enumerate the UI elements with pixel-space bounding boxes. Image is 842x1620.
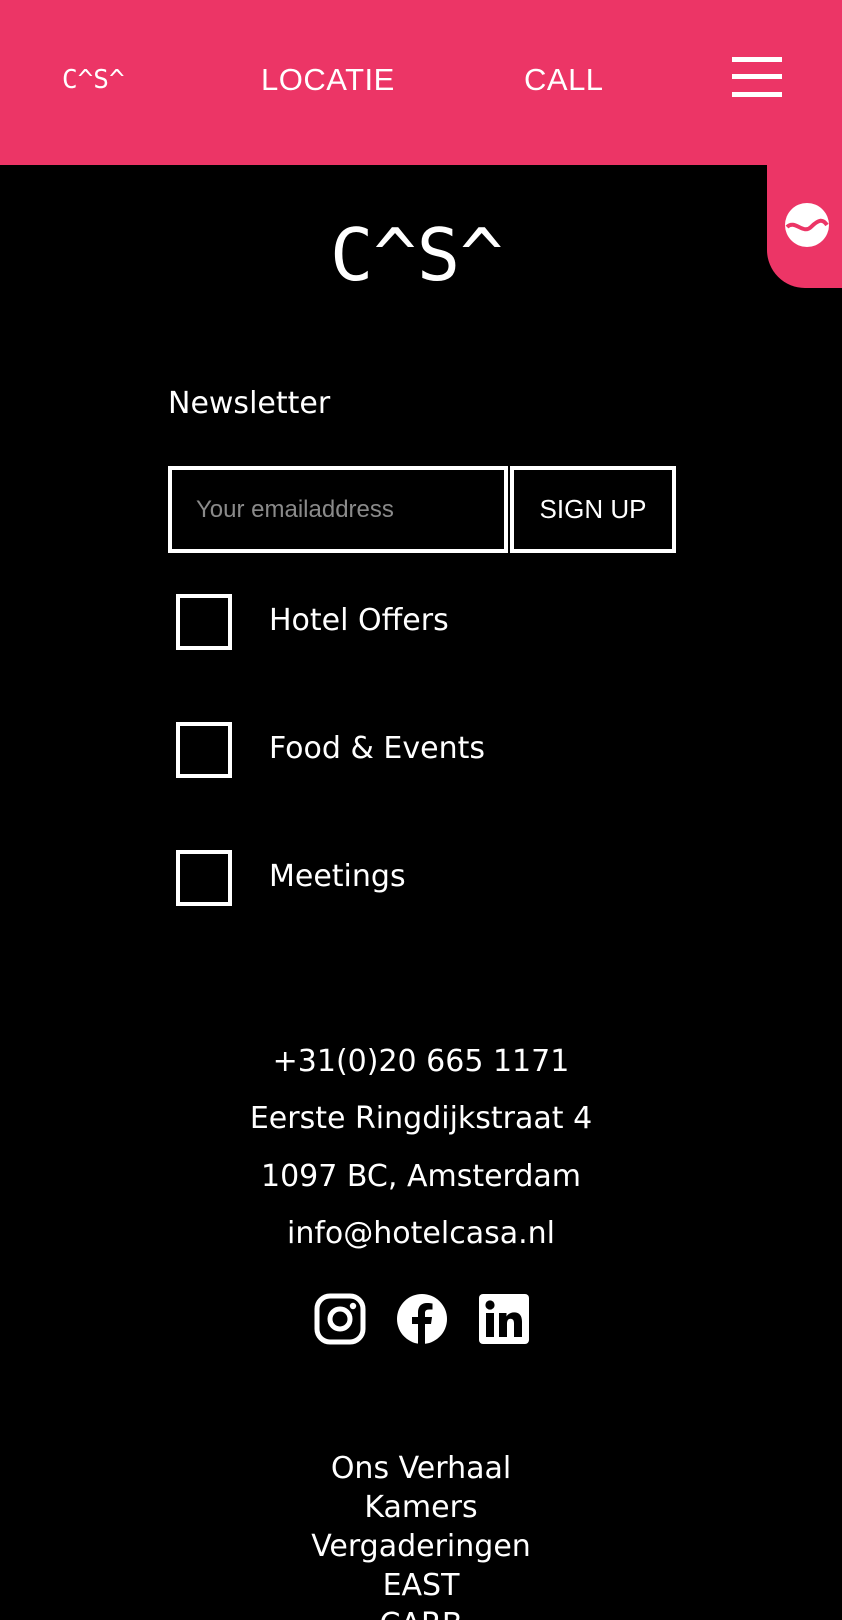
food-events-label[interactable]: Food & Events [269, 731, 485, 766]
contact-street: Eerste Ringdijkstraat 4 [249, 1101, 593, 1136]
casa-logo-small[interactable]: C^S^ [62, 60, 136, 102]
hotel-offers-checkbox[interactable] [176, 594, 232, 650]
contact-email[interactable]: info@hotelcasa.nl [0, 1214, 842, 1254]
hamburger-icon[interactable] [732, 57, 782, 97]
footer-link-ons-verhaal[interactable]: Ons Verhaal [0, 1449, 842, 1488]
food-events-checkbox[interactable] [176, 722, 232, 778]
contact-phone[interactable]: +31(0)20 665 1171 [0, 1042, 842, 1082]
hotel-offers-label[interactable]: Hotel Offers [269, 603, 449, 638]
contact-city: 1097 BC, Amsterdam [260, 1159, 581, 1194]
casa-logo: C^S^ [330, 218, 503, 294]
facebook-icon[interactable] [396, 1293, 448, 1345]
svg-text:C^S^: C^S^ [330, 218, 503, 294]
nav-call-link[interactable]: CALL [524, 62, 604, 98]
newsletter-title: Newsletter [168, 386, 331, 421]
email-input[interactable] [168, 466, 508, 553]
sign-up-button[interactable]: SIGN UP [510, 466, 676, 553]
meetings-label[interactable]: Meetings [269, 859, 406, 894]
footer-link-east[interactable]: EAST [0, 1566, 842, 1605]
language-toggle-tab[interactable] [767, 165, 842, 288]
instagram-icon[interactable] [314, 1293, 366, 1345]
linkedin-icon[interactable] [478, 1293, 530, 1345]
footer-link-vergaderingen[interactable]: Vergaderingen [0, 1527, 842, 1566]
nav-locatie-link[interactable]: LOCATIE [261, 62, 395, 98]
top-navigation-bar: C^S^ LOCATIE CALL [0, 0, 842, 165]
language-toggle-icon [785, 203, 829, 247]
svg-text:C^S^: C^S^ [62, 65, 125, 95]
meetings-checkbox[interactable] [176, 850, 232, 906]
footer-link-kamers[interactable]: Kamers [0, 1488, 842, 1527]
footer-link-carb[interactable]: CARB [0, 1605, 842, 1620]
